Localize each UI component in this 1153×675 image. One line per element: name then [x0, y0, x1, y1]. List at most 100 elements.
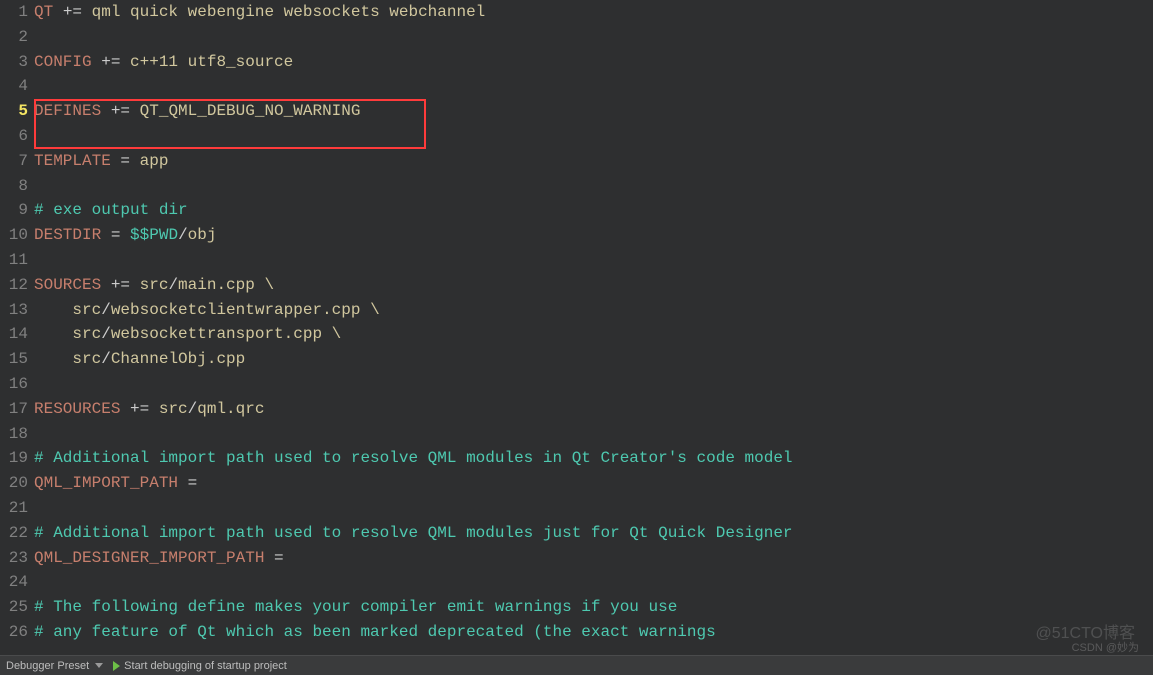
token-txt — [53, 3, 63, 21]
line-number: 8 — [0, 174, 34, 199]
code-content[interactable]: src/websocketclientwrapper.cpp \ — [34, 298, 1153, 323]
token-txt: websocketclientwrapper.cpp \ — [111, 301, 380, 319]
code-line[interactable]: 4 — [0, 74, 1153, 99]
code-line[interactable]: 8 — [0, 174, 1153, 199]
code-content[interactable]: DEFINES += QT_QML_DEBUG_NO_WARNING — [34, 99, 1153, 124]
code-line[interactable]: 15 src/ChannelObj.cpp — [0, 347, 1153, 372]
code-line[interactable]: 16 — [0, 372, 1153, 397]
code-content[interactable]: src/ChannelObj.cpp — [34, 347, 1153, 372]
token-kw: TEMPLATE — [34, 152, 111, 170]
line-number: 9 — [0, 198, 34, 223]
line-number: 7 — [0, 149, 34, 174]
code-line[interactable]: 11 — [0, 248, 1153, 273]
code-line[interactable]: 18 — [0, 422, 1153, 447]
code-line[interactable]: 24 — [0, 570, 1153, 595]
token-slash: / — [101, 325, 111, 343]
code-line[interactable]: 9# exe output dir — [0, 198, 1153, 223]
statusbar-debugger-preset[interactable]: Debugger Preset — [6, 660, 103, 672]
code-line[interactable]: 21 — [0, 496, 1153, 521]
code-content[interactable]: QML_IMPORT_PATH = — [34, 471, 1153, 496]
token-var: $$PWD — [130, 226, 178, 244]
code-content[interactable]: SOURCES += src/main.cpp \ — [34, 273, 1153, 298]
code-line[interactable]: 6 — [0, 124, 1153, 149]
status-bar: Debugger Preset Start debugging of start… — [0, 655, 1153, 675]
token-slash: / — [101, 301, 111, 319]
code-line[interactable]: 23QML_DESIGNER_IMPORT_PATH = — [0, 546, 1153, 571]
line-number: 6 — [0, 124, 34, 149]
token-txt: main.cpp \ — [178, 276, 274, 294]
token-op: = — [111, 226, 121, 244]
token-kw: QML_IMPORT_PATH — [34, 474, 178, 492]
statusbar-start-debugging[interactable]: Start debugging of startup project — [113, 660, 287, 672]
code-content[interactable]: RESOURCES += src/qml.qrc — [34, 397, 1153, 422]
token-txt: websockettransport.cpp \ — [111, 325, 341, 343]
line-number: 1 — [0, 0, 34, 25]
token-txt — [101, 102, 111, 120]
token-txt: src — [149, 400, 187, 418]
code-content[interactable]: DESTDIR = $$PWD/obj — [34, 223, 1153, 248]
code-line[interactable]: 25# The following define makes your comp… — [0, 595, 1153, 620]
code-line[interactable]: 5DEFINES += QT_QML_DEBUG_NO_WARNING — [0, 99, 1153, 124]
code-line[interactable]: 19# Additional import path used to resol… — [0, 446, 1153, 471]
token-txt: app — [130, 152, 168, 170]
line-number: 24 — [0, 570, 34, 595]
line-number: 20 — [0, 471, 34, 496]
code-line[interactable]: 20QML_IMPORT_PATH = — [0, 471, 1153, 496]
line-number: 17 — [0, 397, 34, 422]
line-number: 15 — [0, 347, 34, 372]
token-cmt: # Additional import path used to resolve… — [34, 524, 793, 542]
line-number: 13 — [0, 298, 34, 323]
code-content[interactable]: src/websockettransport.cpp \ — [34, 322, 1153, 347]
code-content[interactable]: QML_DESIGNER_IMPORT_PATH = — [34, 546, 1153, 571]
line-number: 23 — [0, 546, 34, 571]
token-txt: qml quick webengine websockets webchanne… — [82, 3, 485, 21]
token-txt: qml.qrc — [197, 400, 264, 418]
code-content[interactable]: TEMPLATE = app — [34, 149, 1153, 174]
play-icon — [113, 661, 120, 671]
line-number: 3 — [0, 50, 34, 75]
line-number: 25 — [0, 595, 34, 620]
code-content[interactable]: # The following define makes your compil… — [34, 595, 1153, 620]
code-line[interactable]: 10DESTDIR = $$PWD/obj — [0, 223, 1153, 248]
token-kw: QML_DESIGNER_IMPORT_PATH — [34, 549, 264, 567]
line-number: 16 — [0, 372, 34, 397]
token-txt — [101, 226, 111, 244]
token-cmt: # any feature of Qt which as been marked… — [34, 623, 716, 641]
code-line[interactable]: 26# any feature of Qt which as been mark… — [0, 620, 1153, 644]
token-txt: src — [34, 325, 101, 343]
code-content[interactable]: # any feature of Qt which as been marked… — [34, 620, 1153, 644]
token-kw: QT — [34, 3, 53, 21]
line-number: 18 — [0, 422, 34, 447]
code-line[interactable]: 22# Additional import path used to resol… — [0, 521, 1153, 546]
token-txt — [120, 400, 130, 418]
token-txt — [111, 152, 121, 170]
code-line[interactable]: 12SOURCES += src/main.cpp \ — [0, 273, 1153, 298]
code-line[interactable]: 7TEMPLATE = app — [0, 149, 1153, 174]
code-content[interactable]: # Additional import path used to resolve… — [34, 446, 1153, 471]
line-number: 19 — [0, 446, 34, 471]
token-kw: DEFINES — [34, 102, 101, 120]
line-number: 11 — [0, 248, 34, 273]
token-txt: c++11 utf8_source — [120, 53, 293, 71]
line-number: 12 — [0, 273, 34, 298]
token-slash: / — [168, 276, 178, 294]
token-txt: QT_QML_DEBUG_NO_WARNING — [130, 102, 360, 120]
code-line[interactable]: 17RESOURCES += src/qml.qrc — [0, 397, 1153, 422]
code-line[interactable]: 1QT += qml quick webengine websockets we… — [0, 0, 1153, 25]
token-txt: src — [130, 276, 168, 294]
code-content[interactable]: # exe output dir — [34, 198, 1153, 223]
line-number: 4 — [0, 74, 34, 99]
token-slash: / — [188, 400, 198, 418]
code-line[interactable]: 13 src/websocketclientwrapper.cpp \ — [0, 298, 1153, 323]
code-content[interactable]: # Additional import path used to resolve… — [34, 521, 1153, 546]
code-editor[interactable]: 1QT += qml quick webengine websockets we… — [0, 0, 1153, 644]
code-line[interactable]: 14 src/websockettransport.cpp \ — [0, 322, 1153, 347]
code-line[interactable]: 2 — [0, 25, 1153, 50]
line-number: 5 — [0, 99, 34, 124]
code-content[interactable]: CONFIG += c++11 utf8_source — [34, 50, 1153, 75]
token-kw: DESTDIR — [34, 226, 101, 244]
code-content[interactable]: QT += qml quick webengine websockets web… — [34, 0, 1153, 25]
token-slash: / — [101, 350, 111, 368]
code-line[interactable]: 3CONFIG += c++11 utf8_source — [0, 50, 1153, 75]
token-txt — [178, 474, 188, 492]
